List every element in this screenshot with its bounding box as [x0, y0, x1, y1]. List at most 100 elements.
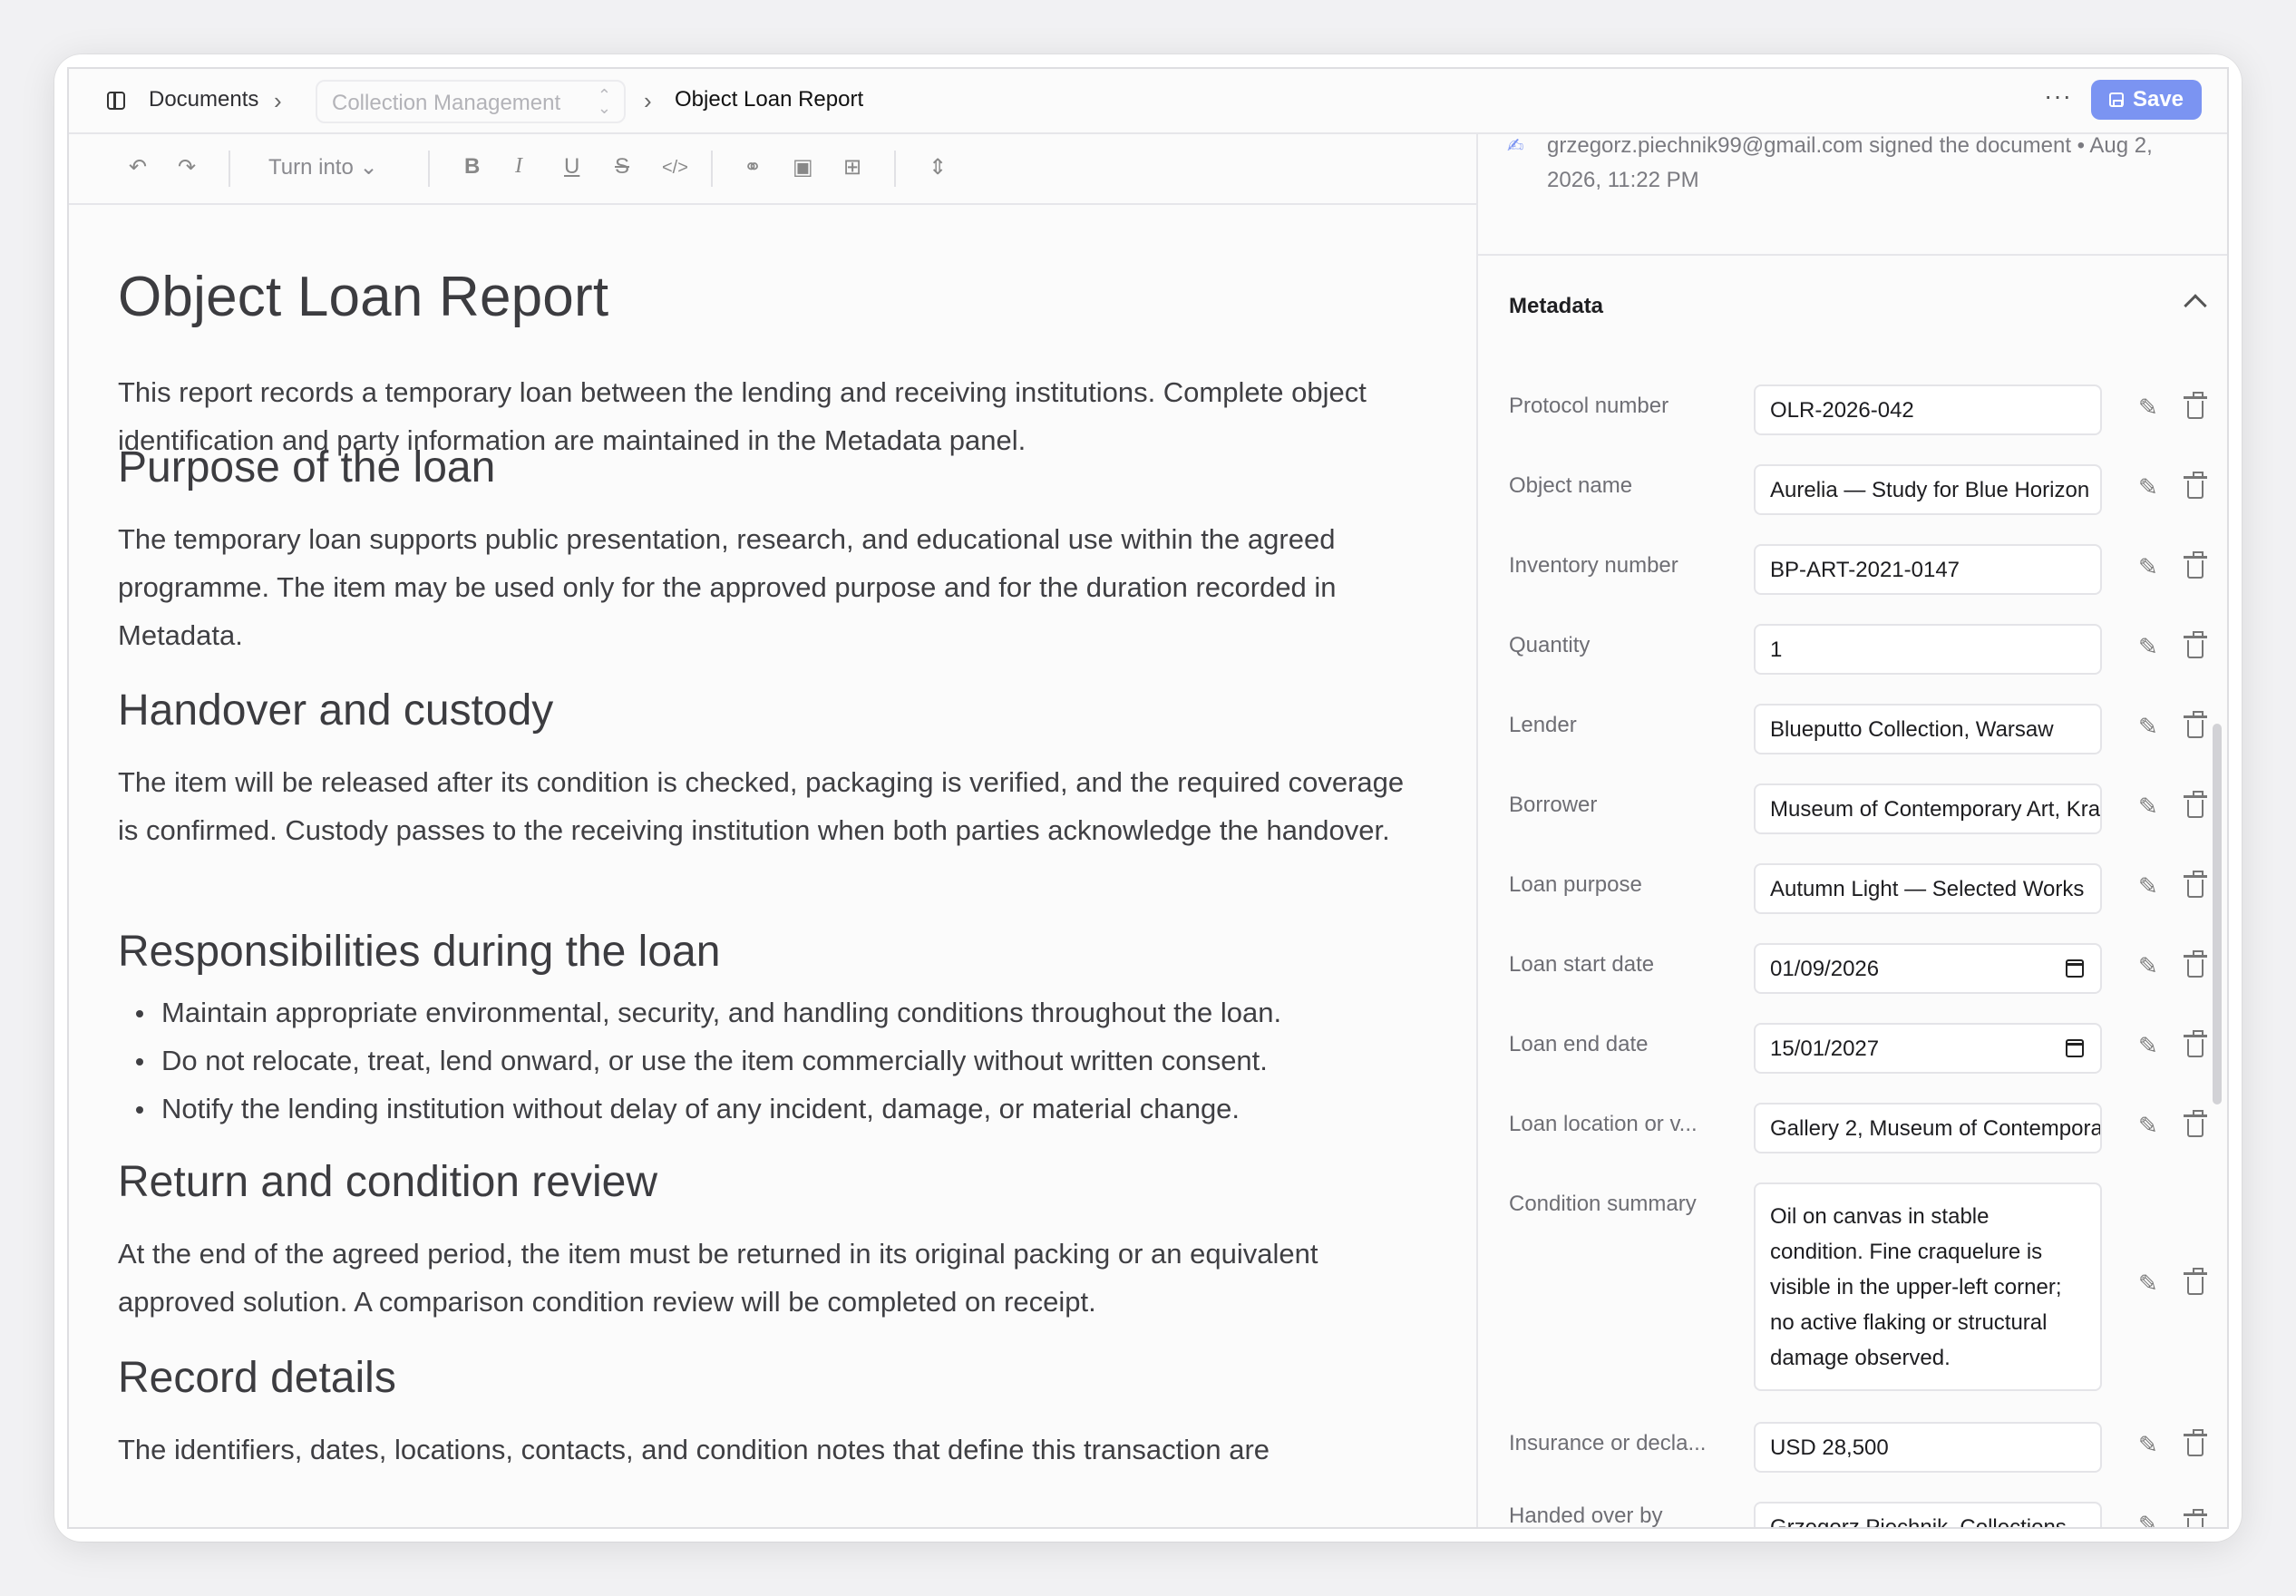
toolbar-divider — [428, 151, 430, 187]
editor: ↶ ↷ Turn into ⌄ B I U S </> ⚭ ▣ ⊞ ⇕ Obje… — [69, 134, 1476, 1527]
trash-icon[interactable] — [2184, 631, 2207, 658]
italic-icon[interactable]: I — [515, 154, 522, 179]
table-icon[interactable]: ⊞ — [843, 154, 861, 180]
field-label: Handed over by — [1509, 1504, 1663, 1527]
calendar-icon[interactable] — [2066, 959, 2084, 978]
responsibilities-list: Maintain appropriate environmental, secu… — [118, 988, 1281, 1133]
loan-start-date-field[interactable]: 01/09/2026 — [1754, 943, 2102, 994]
collection-select[interactable]: Collection Management ⌃ ⌄ — [316, 80, 626, 123]
calendar-icon[interactable] — [2066, 1039, 2084, 1057]
borrower-field[interactable]: Museum of Contemporary Art, Kraków — [1754, 783, 2102, 834]
panel-scrollbar[interactable] — [2213, 724, 2222, 1105]
section-body: The item will be released after its cond… — [118, 766, 1405, 846]
protocol-number-field[interactable]: OLR-2026-042 — [1754, 384, 2102, 435]
collection-select-label: Collection Management — [332, 91, 561, 115]
link-icon[interactable]: ⚭ — [744, 154, 762, 180]
image-icon[interactable]: ▣ — [793, 154, 813, 180]
divider-icon[interactable]: ⇕ — [929, 154, 947, 180]
section-heading: Purpose of the loan — [118, 443, 496, 491]
edit-icon[interactable]: ✎ — [2138, 952, 2158, 980]
save-button[interactable]: Save — [2091, 80, 2202, 120]
section-heading: Handover and custody — [118, 686, 554, 735]
trash-icon[interactable] — [2184, 1509, 2207, 1527]
strikethrough-icon[interactable]: S — [615, 154, 629, 180]
edit-icon[interactable]: ✎ — [2138, 1270, 2158, 1298]
section-heading: Record details — [118, 1354, 396, 1402]
edit-icon[interactable]: ✎ — [2138, 1511, 2158, 1527]
field-label: Insurance or decla... — [1509, 1431, 1707, 1455]
edit-icon[interactable]: ✎ — [2138, 633, 2158, 661]
metadata-panel: ✍ grzegorz.piechnik99@gmail.com signed t… — [1476, 134, 2227, 1527]
loan-start-date-value: 01/09/2026 — [1770, 957, 1880, 981]
turn-into-dropdown[interactable]: Turn into ⌄ — [268, 154, 378, 180]
chevron-right-icon: › — [644, 87, 652, 114]
loan-location-field[interactable]: Gallery 2, Museum of Contemporary Art — [1754, 1103, 2102, 1153]
save-button-label: Save — [2132, 87, 2184, 112]
trash-icon[interactable] — [2184, 950, 2207, 978]
trash-icon[interactable] — [2184, 791, 2207, 818]
metadata-title: Metadata — [1509, 294, 1604, 318]
trash-icon[interactable] — [2184, 711, 2207, 738]
trash-icon[interactable] — [2184, 392, 2207, 419]
edit-icon[interactable]: ✎ — [2138, 1431, 2158, 1459]
app-frame: Documents › Collection Management ⌃ ⌄ › O… — [67, 67, 2229, 1529]
field-label: Borrower — [1509, 793, 1598, 817]
save-icon — [2108, 92, 2124, 107]
edit-icon[interactable]: ✎ — [2138, 473, 2158, 501]
field-label: Loan location or v... — [1509, 1112, 1698, 1136]
list-item: Maintain appropriate environmental, secu… — [118, 988, 1281, 1036]
field-label: Protocol number — [1509, 394, 1669, 418]
toolbar-divider — [711, 151, 713, 187]
redo-icon[interactable]: ↷ — [178, 154, 196, 180]
signature-entry: grzegorz.piechnik99@gmail.com signed the… — [1547, 134, 2153, 192]
list-item: Notify the lending institution without d… — [118, 1085, 1281, 1133]
field-label: Loan start date — [1509, 952, 1655, 977]
edit-icon[interactable]: ✎ — [2138, 713, 2158, 741]
trash-icon[interactable] — [2184, 1110, 2207, 1137]
breadcrumb-documents[interactable]: Documents — [149, 87, 258, 112]
trash-icon[interactable] — [2184, 472, 2207, 499]
section-body: The temporary loan supports public prese… — [118, 523, 1337, 651]
trash-icon[interactable] — [2184, 1429, 2207, 1456]
chevron-updown-icon: ⌃ ⌄ — [597, 86, 611, 117]
section-heading: Responsibilities during the loan — [118, 928, 721, 976]
field-label: Object name — [1509, 473, 1633, 498]
lender-field[interactable]: Blueputto Collection, Warsaw — [1754, 704, 2102, 754]
chevron-right-icon: › — [274, 87, 282, 114]
trash-icon[interactable] — [2184, 1030, 2207, 1057]
bold-icon[interactable]: B — [464, 154, 480, 180]
condition-summary-field[interactable]: Oil on canvas in stable condition. Fine … — [1754, 1182, 2102, 1391]
more-options-button[interactable]: ··· — [2044, 82, 2072, 111]
loan-end-date-value: 15/01/2027 — [1770, 1036, 1880, 1061]
loan-end-date-field[interactable]: 15/01/2027 — [1754, 1023, 2102, 1074]
turn-into-label: Turn into — [268, 155, 354, 180]
sidebar-toggle-icon[interactable] — [107, 92, 125, 110]
section-body: At the end of the agreed period, the ite… — [118, 1238, 1318, 1318]
editor-toolbar: ↶ ↷ Turn into ⌄ B I U S </> ⚭ ▣ ⊞ ⇕ — [69, 134, 1476, 205]
edit-icon[interactable]: ✎ — [2138, 1032, 2158, 1060]
trash-icon[interactable] — [2184, 551, 2207, 579]
handed-over-by-field[interactable]: Grzegorz Piechnik, Collections — [1754, 1502, 2102, 1527]
trash-icon[interactable] — [2184, 1268, 2207, 1295]
underline-icon[interactable]: U — [564, 154, 579, 180]
edit-icon[interactable]: ✎ — [2138, 553, 2158, 581]
loan-purpose-field[interactable]: Autumn Light — Selected Works — [1754, 863, 2102, 914]
insurance-value-field[interactable]: USD 28,500 — [1754, 1422, 2102, 1473]
trash-icon[interactable] — [2184, 871, 2207, 898]
app-window: Documents › Collection Management ⌃ ⌄ › O… — [54, 54, 2242, 1542]
chevron-down-icon: ⌄ — [359, 155, 378, 180]
list-item: Do not relocate, treat, lend onward, or … — [118, 1036, 1281, 1085]
edit-icon[interactable]: ✎ — [2138, 793, 2158, 821]
object-name-field[interactable]: Aurelia — Study for Blue Horizon — [1754, 464, 2102, 515]
chevron-up-icon[interactable] — [2184, 294, 2207, 317]
edit-icon[interactable]: ✎ — [2138, 872, 2158, 900]
breadcrumb-current: Object Loan Report — [675, 87, 864, 112]
quantity-field[interactable]: 1 — [1754, 624, 2102, 675]
edit-icon[interactable]: ✎ — [2138, 394, 2158, 422]
panel-divider — [1478, 254, 2227, 256]
edit-icon[interactable]: ✎ — [2138, 1112, 2158, 1140]
undo-icon[interactable]: ↶ — [129, 154, 147, 180]
inventory-number-field[interactable]: BP-ART-2021-0147 — [1754, 544, 2102, 595]
code-icon[interactable]: </> — [662, 158, 688, 179]
document-title: Object Loan Report — [118, 266, 609, 328]
